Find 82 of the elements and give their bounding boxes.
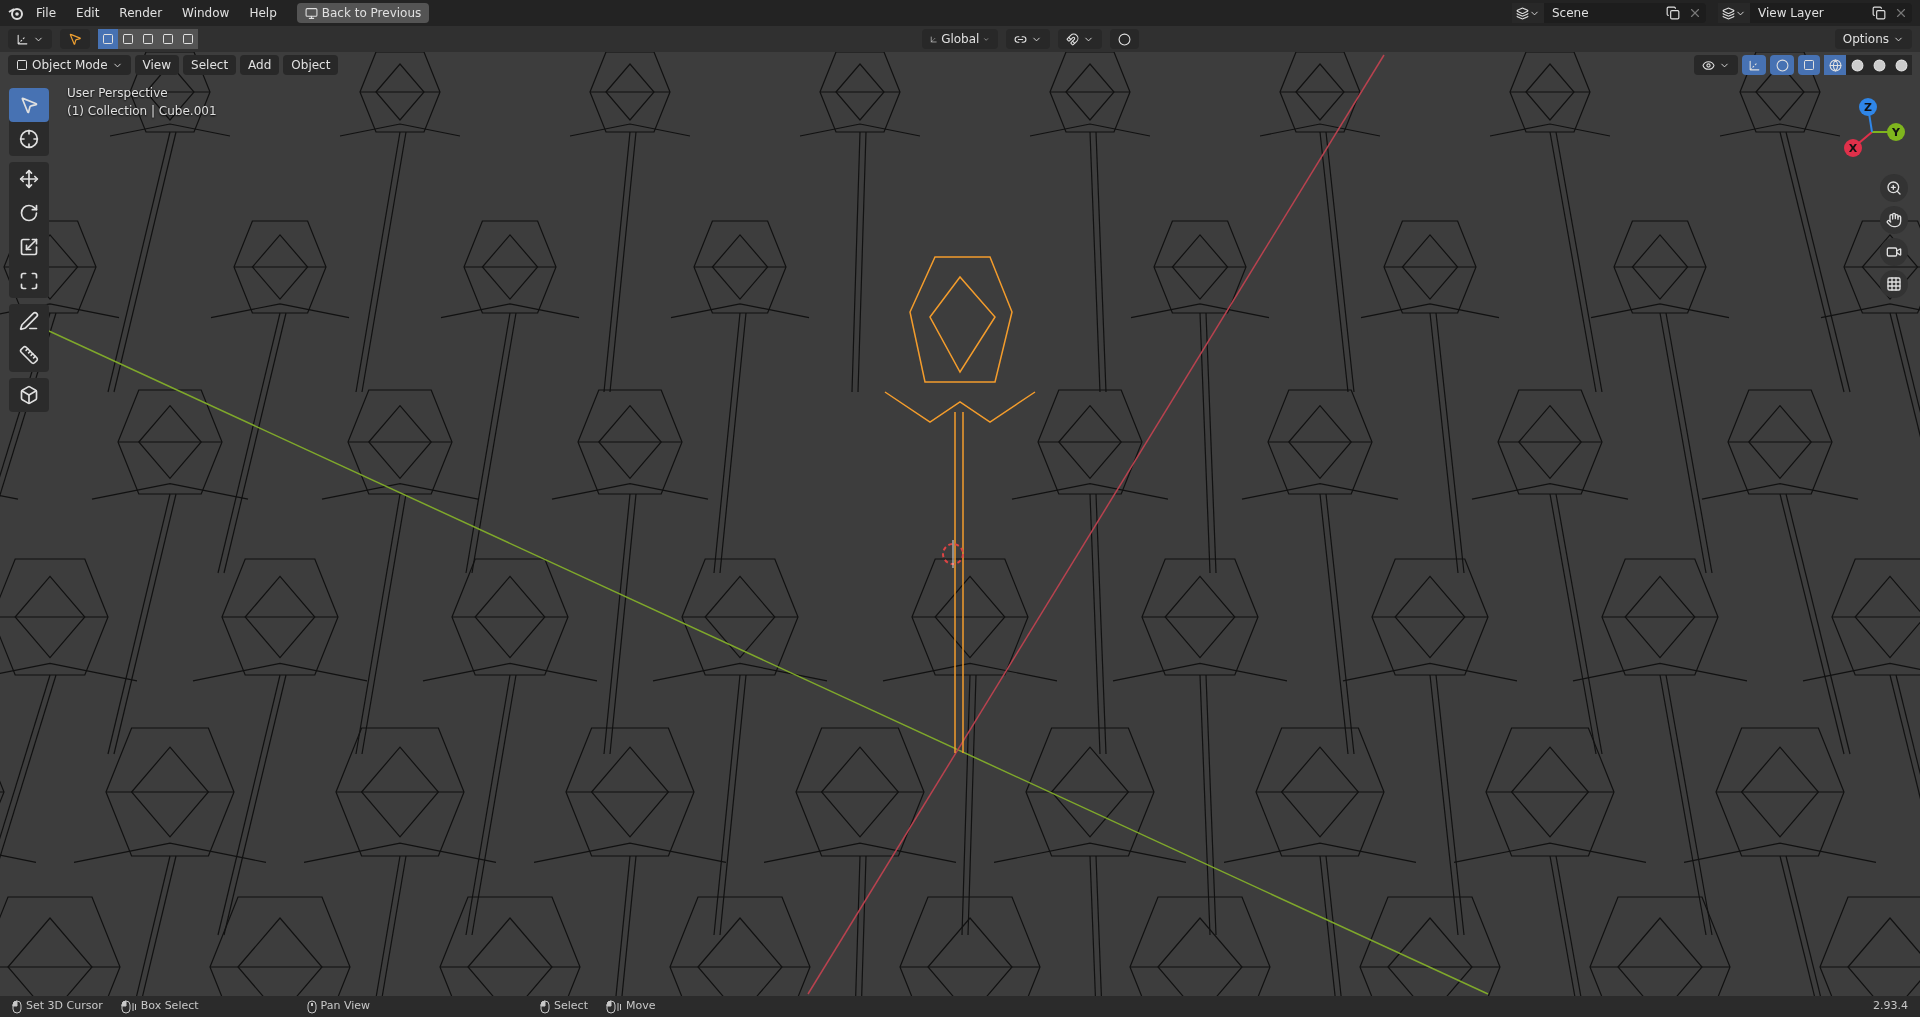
magnet-icon: [1065, 32, 1079, 46]
selection-mode-icon: [162, 33, 174, 45]
select-tool-icon: [19, 95, 39, 115]
status-hint: Select: [554, 998, 588, 1015]
pivot-dropdown[interactable]: [1005, 29, 1050, 49]
transform-tool-icon: [19, 271, 39, 291]
version-text: 2.93.4: [1873, 998, 1908, 1015]
menu-item[interactable]: File: [28, 4, 65, 22]
menu-item[interactable]: Edit: [68, 4, 108, 22]
selection-mode-button[interactable]: [118, 29, 138, 49]
back-to-previous-button[interactable]: Back to Previous: [296, 3, 430, 23]
gizmo-toggle[interactable]: [1742, 55, 1766, 75]
viewport-info-text: User Perspective: [67, 85, 169, 102]
transform-orientation-dropdown[interactable]: Global: [921, 29, 998, 49]
selection-mode-icon: [102, 33, 114, 45]
visibility-dropdown[interactable]: [1694, 55, 1738, 75]
shading-mode-button[interactable]: [1890, 55, 1912, 75]
viewport-menu-item[interactable]: Object: [283, 55, 339, 75]
object-icon: [16, 59, 28, 71]
scale-tool-icon: [19, 237, 39, 257]
status-hint: Set 3D Cursor: [26, 998, 103, 1015]
close-icon[interactable]: [1688, 6, 1702, 20]
sphere-icon: [1850, 58, 1864, 72]
menu-item[interactable]: Render: [111, 4, 171, 22]
copy-icon[interactable]: [1666, 6, 1680, 20]
scene-selector[interactable]: Scene: [1512, 3, 1706, 23]
menu-item[interactable]: Help: [241, 4, 285, 22]
3d-cursor-icon: [942, 539, 964, 569]
viewport-menu-item[interactable]: Add: [240, 55, 280, 75]
selection-mode-icon: [122, 33, 134, 45]
circle-icon: [1117, 32, 1131, 46]
sphere-icon: [1872, 58, 1886, 72]
grid-icon[interactable]: [1880, 270, 1908, 298]
proportional-edit-button[interactable]: [1109, 29, 1139, 49]
view-layer-name: View Layer: [1757, 5, 1825, 22]
overlays-toggle[interactable]: [1770, 55, 1794, 75]
viewport-info-text: (1) Collection | Cube.001: [67, 103, 217, 120]
viewport-menu-item[interactable]: Select: [183, 55, 237, 75]
status-hint: Move: [625, 998, 656, 1015]
tool-dropdown[interactable]: [8, 29, 52, 49]
camera-icon[interactable]: [1880, 238, 1908, 266]
sphere-icon: [1894, 58, 1908, 72]
shading-mode-button[interactable]: [1846, 55, 1868, 75]
rotate-tool-icon: [19, 203, 39, 223]
navigation-gizmo[interactable]: X Y Z: [1828, 94, 1908, 164]
selection-mode-icon: [182, 33, 194, 45]
close-icon[interactable]: [1894, 6, 1908, 20]
eye-icon: [1702, 58, 1715, 72]
middle-mouse-icon: [306, 999, 317, 1014]
measure-tool-icon: [19, 345, 39, 365]
scene-name: Scene: [1551, 5, 1590, 22]
selection-mode-icon: [142, 33, 154, 45]
mode-dropdown[interactable]: Object Mode: [8, 55, 131, 75]
cursor-tool-icon: [19, 129, 39, 149]
xray-toggle[interactable]: [1798, 55, 1820, 75]
mouse-drag-icon: [120, 999, 137, 1014]
active-tool-button[interactable]: [60, 29, 90, 49]
left-mouse-icon: [540, 999, 551, 1014]
viewport[interactable]: Object Mode View Select Add Object User Perspective (1) Collection | Cube.001 X Y Z: [0, 52, 1920, 996]
wireframe-icon: [1828, 58, 1842, 72]
selection-mode-button[interactable]: [178, 29, 198, 49]
left-mouse-icon: [12, 999, 22, 1014]
viewport-menu-item[interactable]: View: [134, 55, 180, 75]
gizmo-icon: [1747, 58, 1761, 72]
status-hint: Pan View: [320, 998, 371, 1015]
move-tool-icon: [19, 169, 39, 189]
status-hint: Box Select: [140, 998, 199, 1015]
snap-dropdown[interactable]: [1057, 29, 1102, 49]
options-dropdown[interactable]: Options: [1834, 29, 1912, 49]
copy-icon[interactable]: [1872, 6, 1886, 20]
zoom-icon[interactable]: [1880, 174, 1908, 202]
layers-icon: [1722, 6, 1735, 20]
selection-mode-button[interactable]: [98, 29, 118, 49]
mouse-drag-icon: [605, 999, 622, 1014]
annotate-tool-icon: [19, 311, 39, 331]
menu-item[interactable]: Window: [174, 4, 238, 22]
select-tool-icon: [68, 32, 82, 46]
hand-icon[interactable]: [1880, 206, 1908, 234]
app-logo-icon[interactable]: [8, 5, 24, 21]
screen-icon: [304, 6, 318, 20]
view-layer-selector[interactable]: View Layer: [1718, 3, 1912, 23]
add-cube-tool-icon: [19, 385, 39, 405]
